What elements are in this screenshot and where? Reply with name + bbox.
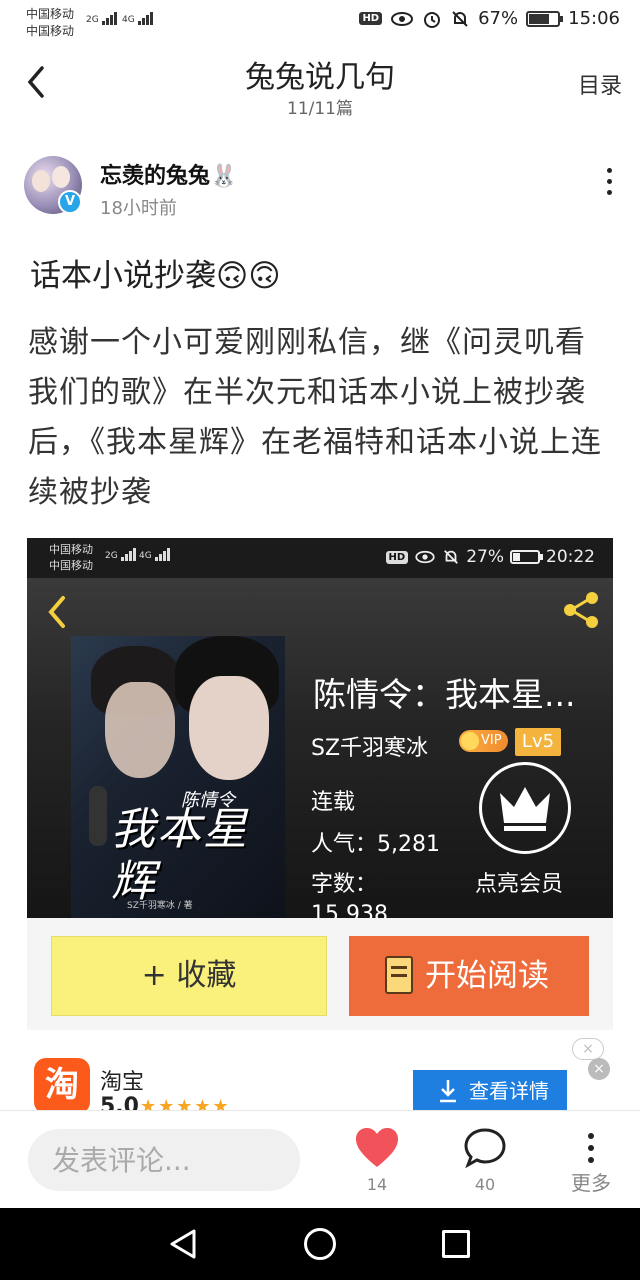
book-detail: 陈情令 我本星辉 SZ千羽寒冰 / 著 陈情令：我本星... SZ千羽寒冰 VI… [27, 578, 613, 918]
embedded-battery-icon [510, 550, 543, 564]
embedded-mute-bell-icon [444, 550, 459, 564]
net-type-2: 4G [122, 15, 135, 25]
more-button[interactable]: 更多 [556, 1127, 626, 1196]
toc-button[interactable]: 目录 [578, 68, 622, 100]
share-button[interactable] [559, 588, 603, 632]
hd-icon: HD [359, 12, 383, 25]
start-reading-button[interactable]: 开始阅读 [349, 936, 589, 1016]
embedded-net-type-1: 2G [105, 551, 118, 561]
verified-icon: V [58, 190, 82, 214]
mute-bell-icon [452, 10, 468, 27]
eye-icon [391, 11, 414, 26]
embedded-battery-percent: 27% [466, 547, 504, 567]
post-time: 18小时前 [100, 198, 177, 219]
book-popularity: 人气：5,281 [311, 832, 440, 857]
nav-home-icon[interactable] [304, 1228, 336, 1260]
book-word-count: 字数：15,938 [311, 872, 388, 918]
comment-bubble-icon [464, 1128, 506, 1169]
embedded-clock: 20:22 [546, 547, 595, 567]
book-author[interactable]: SZ千羽寒冰 [311, 730, 428, 762]
header: 兔兔说几句 11/11篇 目录 [0, 44, 640, 124]
embedded-carrier-2: 中国移动 [49, 559, 93, 572]
embedded-button-row: + 收藏 开始阅读 [27, 918, 613, 1030]
post-body: 感谢一个小可爱刚刚私信，继《问灵叽看我们的歌》在半次元和话本小说上被抄袭后，《我… [28, 325, 602, 510]
carrier-1: 中国移动 [26, 7, 75, 21]
action-bar: 14 40 更多 [0, 1110, 640, 1208]
member-button[interactable] [479, 762, 571, 854]
crown-icon [500, 787, 550, 831]
nav-recent-apps-icon[interactable] [442, 1230, 470, 1258]
member-label[interactable]: 点亮会员 [475, 866, 563, 898]
embedded-status-bar: 中国移动 中国移动 2G 4G HD 27% 20:22 [27, 538, 613, 578]
download-icon [440, 1080, 456, 1103]
battery-percent: 67% [478, 8, 519, 29]
carrier-labels: 中国移动 中国移动 [26, 6, 74, 40]
clock: 15:06 [568, 8, 620, 29]
more-options-icon[interactable] [602, 168, 616, 204]
alarm-icon [424, 11, 441, 28]
chevron-left-icon [48, 596, 65, 628]
more-dots-icon [556, 1127, 626, 1171]
embedded-eye-icon [415, 550, 435, 564]
page-title: 兔兔说几句 [245, 60, 395, 95]
heart-icon [356, 1128, 398, 1167]
net-type-1: 2G [86, 15, 99, 25]
book-title: 陈情令：我本星... [313, 675, 576, 714]
embedded-signal-icon-2: 4G [139, 548, 171, 561]
cover-title: 我本星辉 [111, 804, 249, 907]
comment-button[interactable]: 40 [450, 1127, 520, 1194]
level-badge: Lv5 [515, 728, 561, 756]
battery-icon [526, 10, 564, 27]
ad-close-icon[interactable]: × [588, 1058, 610, 1080]
vip-badge: VIP [459, 730, 508, 752]
comment-input[interactable] [28, 1129, 300, 1191]
carrier-2: 中国移动 [26, 24, 75, 38]
book-cover[interactable]: 陈情令 我本星辉 SZ千羽寒冰 / 著 [71, 636, 285, 918]
like-count: 14 [366, 1175, 388, 1194]
author-name[interactable]: 忘羡的兔兔🐰 [100, 158, 237, 190]
book-icon [385, 956, 413, 994]
embedded-hd-icon: HD [385, 550, 409, 564]
embedded-signal-icon-1: 2G [105, 548, 137, 561]
view-details-label: 查看详情 [469, 1079, 549, 1103]
nav-back-icon[interactable] [168, 1228, 198, 1260]
cover-author: SZ千羽寒冰 / 著 [127, 901, 193, 911]
embedded-net-type-2: 4G [139, 551, 152, 561]
author-row: V 忘羡的兔兔🐰 18小时前 [24, 152, 620, 222]
book-status: 连载 [311, 790, 356, 815]
ad-app-name: 淘宝 [100, 1070, 145, 1095]
ad-banner[interactable]: 淘 淘宝 5.0 ★★★★★ 查看详情 × × [0, 1030, 640, 1112]
embedded-back-button[interactable] [43, 592, 73, 632]
like-button[interactable]: 14 [342, 1127, 412, 1194]
embedded-screenshot: 中国移动 中国移动 2G 4G HD 27% 20:22 陈情令 我本星辉 SZ… [27, 538, 613, 918]
taobao-logo-icon: 淘 [34, 1058, 90, 1112]
favorite-button[interactable]: + 收藏 [51, 936, 327, 1016]
system-nav-bar [0, 1208, 640, 1280]
ad-close-outline-icon[interactable]: × [572, 1038, 604, 1060]
signal-icon-2: 4G [122, 12, 154, 25]
start-reading-label: 开始阅读 [425, 958, 549, 994]
embedded-carrier-1: 中国移动 [49, 543, 93, 556]
view-details-button[interactable]: 查看详情 [413, 1070, 567, 1112]
post-title: 话本小说抄袭🙃🙃 [30, 258, 281, 294]
more-label: 更多 [571, 1171, 611, 1195]
status-bar: 中国移动 中国移动 2G 4G HD 67% 15:06 [0, 0, 640, 44]
signal-icon-1: 2G [86, 12, 118, 25]
share-icon [564, 592, 598, 628]
comment-count: 40 [474, 1175, 496, 1194]
page-subtitle: 11/11篇 [287, 99, 353, 119]
